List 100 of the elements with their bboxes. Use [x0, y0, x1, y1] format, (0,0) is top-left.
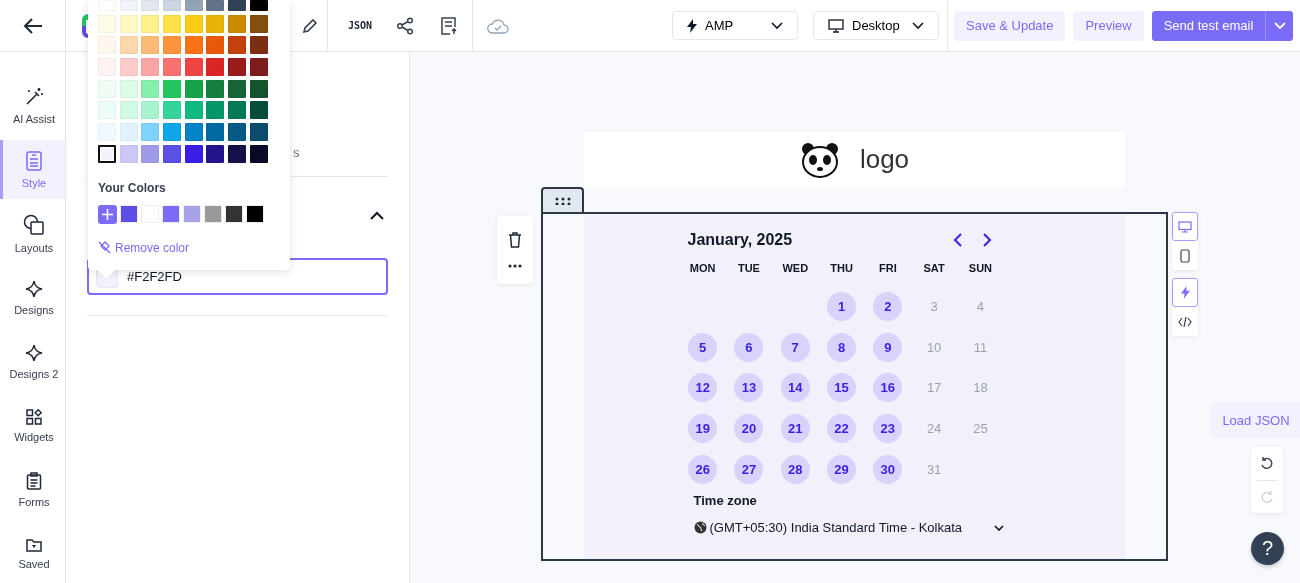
calendar-day[interactable]: 8 — [827, 332, 857, 362]
help-button[interactable]: ? — [1251, 532, 1284, 565]
share-icon[interactable] — [396, 16, 415, 35]
sidebar-item[interactable]: Layouts — [0, 204, 65, 263]
calendar-day[interactable]: 19 — [688, 413, 718, 443]
chevron-down-icon — [993, 524, 1004, 531]
sidebar-item-label: Style — [21, 176, 47, 189]
timezone-select[interactable]: (GMT+05:30) India Standard Time - Kolkata — [693, 520, 1004, 536]
weekday-label: TUE — [736, 262, 761, 276]
sidebar-item[interactable]: Designs — [0, 268, 65, 327]
view-toggle-button[interactable] — [1172, 307, 1198, 336]
logo-text: logo — [859, 144, 910, 175]
send-options-button[interactable] — [1265, 10, 1294, 41]
calendar-day[interactable]: 26 — [688, 454, 718, 484]
remove-color-link[interactable]: Remove color — [115, 240, 190, 255]
calendar-day: 11 — [965, 332, 995, 362]
preview-button[interactable]: Preview — [1073, 10, 1144, 41]
calendar-day[interactable]: 30 — [873, 454, 903, 484]
sidebar-item[interactable]: AI Assist — [0, 76, 65, 135]
sidebar-item[interactable]: Style — [0, 140, 65, 199]
calendar-day[interactable]: 13 — [734, 373, 764, 403]
calendar-day[interactable]: 16 — [873, 373, 903, 403]
calendar-day[interactable]: 5 — [688, 332, 718, 362]
weekday-label: THU — [829, 262, 854, 276]
document-icon — [25, 150, 43, 171]
weekday-label: MON — [688, 262, 717, 276]
chevron-down-icon — [912, 21, 924, 30]
calendar-day[interactable]: 9 — [873, 332, 903, 362]
calendar-day[interactable]: 12 — [688, 373, 718, 403]
trash-icon[interactable] — [508, 232, 522, 248]
sidebar-item-label: Designs 2 — [9, 367, 59, 380]
calendar-day[interactable]: 1 — [827, 291, 857, 321]
calendar-day[interactable]: 15 — [827, 373, 857, 403]
weekday-label: FRI — [877, 262, 898, 276]
chevron-right-icon[interactable] — [981, 233, 992, 247]
document-upload-icon[interactable] — [440, 15, 459, 36]
view-toggle-button[interactable] — [1172, 278, 1198, 307]
calendar-day: 4 — [965, 291, 995, 321]
sidebar-item[interactable]: Forms — [0, 460, 65, 519]
view-toggle-button[interactable] — [1172, 241, 1198, 270]
sidebar-item-label: Designs — [14, 303, 54, 316]
chevron-down-icon — [1273, 21, 1286, 30]
calendar-day: 17 — [919, 373, 949, 403]
calendar-day[interactable]: 21 — [780, 413, 810, 443]
sidebar-item[interactable]: Widgets — [0, 396, 65, 455]
view-toggle-button[interactable] — [1172, 212, 1198, 241]
calendar-day[interactable]: 6 — [734, 332, 764, 362]
chevron-up-icon[interactable] — [370, 210, 384, 220]
drag-handle[interactable] — [541, 187, 584, 212]
calendar-day: 10 — [919, 332, 949, 362]
pencil-icon[interactable] — [302, 17, 318, 34]
color-swatch[interactable] — [98, 144, 116, 163]
calendar-day: 3 — [919, 291, 949, 321]
month-title: January, 2025 — [687, 231, 793, 249]
save-update-button[interactable]: Save & Update — [954, 10, 1066, 41]
calendar-day[interactable]: 29 — [827, 454, 857, 484]
sidebar-item-label: Layouts — [14, 241, 54, 254]
weekday-label: SAT — [922, 262, 946, 276]
calendar-day: 25 — [965, 413, 995, 443]
chevron-left-icon[interactable] — [952, 233, 963, 247]
monitor-icon — [1178, 220, 1192, 233]
timezone-label: Time zone — [693, 493, 758, 509]
chevron-down-icon — [771, 21, 783, 30]
layers-icon — [23, 213, 45, 236]
calendar-day[interactable]: 22 — [827, 413, 857, 443]
sidebar-item[interactable]: Saved — [0, 524, 65, 583]
no-paint-icon[interactable] — [98, 241, 111, 255]
undo-icon[interactable] — [1260, 456, 1274, 471]
calendar-day[interactable]: 14 — [780, 373, 810, 403]
sidebar-item-label: Saved — [18, 557, 50, 570]
lightning-icon — [687, 18, 697, 33]
amp-dropdown[interactable]: AMP — [672, 11, 798, 40]
calendar-day[interactable]: 7 — [780, 332, 810, 362]
calendar-day[interactable]: 27 — [734, 454, 764, 484]
calendar-day[interactable]: 2 — [873, 291, 903, 321]
globe-icon — [693, 521, 707, 535]
calendar-day[interactable]: 28 — [780, 454, 810, 484]
calendar-day[interactable]: 23 — [873, 413, 903, 443]
selected-block[interactable]: January, 2025 MON TUE WED THU FRI SAT SUN 1 2 3 4 5 6 7 8 9 10 11 12 13 14 15 16 17 18 19 20 21 22 23 24 25 26 27 28 29 30 31 Time zone (GMT+05:30) India Standard Time - Kolkata — [541, 212, 1168, 561]
sidebar-item-label: Forms — [18, 495, 50, 508]
calendar-day: 18 — [965, 373, 995, 403]
weekday-label: SUN — [967, 262, 994, 276]
phone-icon — [1180, 248, 1190, 263]
panda-logo-icon — [799, 141, 840, 178]
calendar-day[interactable]: 20 — [734, 413, 764, 443]
json-button[interactable]: JSON — [348, 20, 373, 31]
panel-tab-label[interactable]: s — [293, 145, 300, 160]
sidebar-item[interactable]: Designs 2 — [0, 332, 65, 391]
more-icon[interactable] — [508, 264, 522, 268]
clipboard-icon — [26, 471, 42, 490]
load-json-button[interactable]: Load JSON — [1210, 402, 1300, 438]
add-color-icon[interactable] — [98, 204, 117, 224]
widgets-icon — [26, 408, 42, 425]
drag-dots-icon — [554, 196, 571, 205]
sparkle-icon — [25, 343, 43, 362]
back-arrow-icon[interactable] — [22, 16, 43, 35]
monitor-icon — [828, 18, 844, 33]
cloud-check-icon — [486, 17, 510, 34]
device-dropdown[interactable]: Desktop — [813, 11, 939, 40]
sparkle-icon — [25, 279, 43, 298]
